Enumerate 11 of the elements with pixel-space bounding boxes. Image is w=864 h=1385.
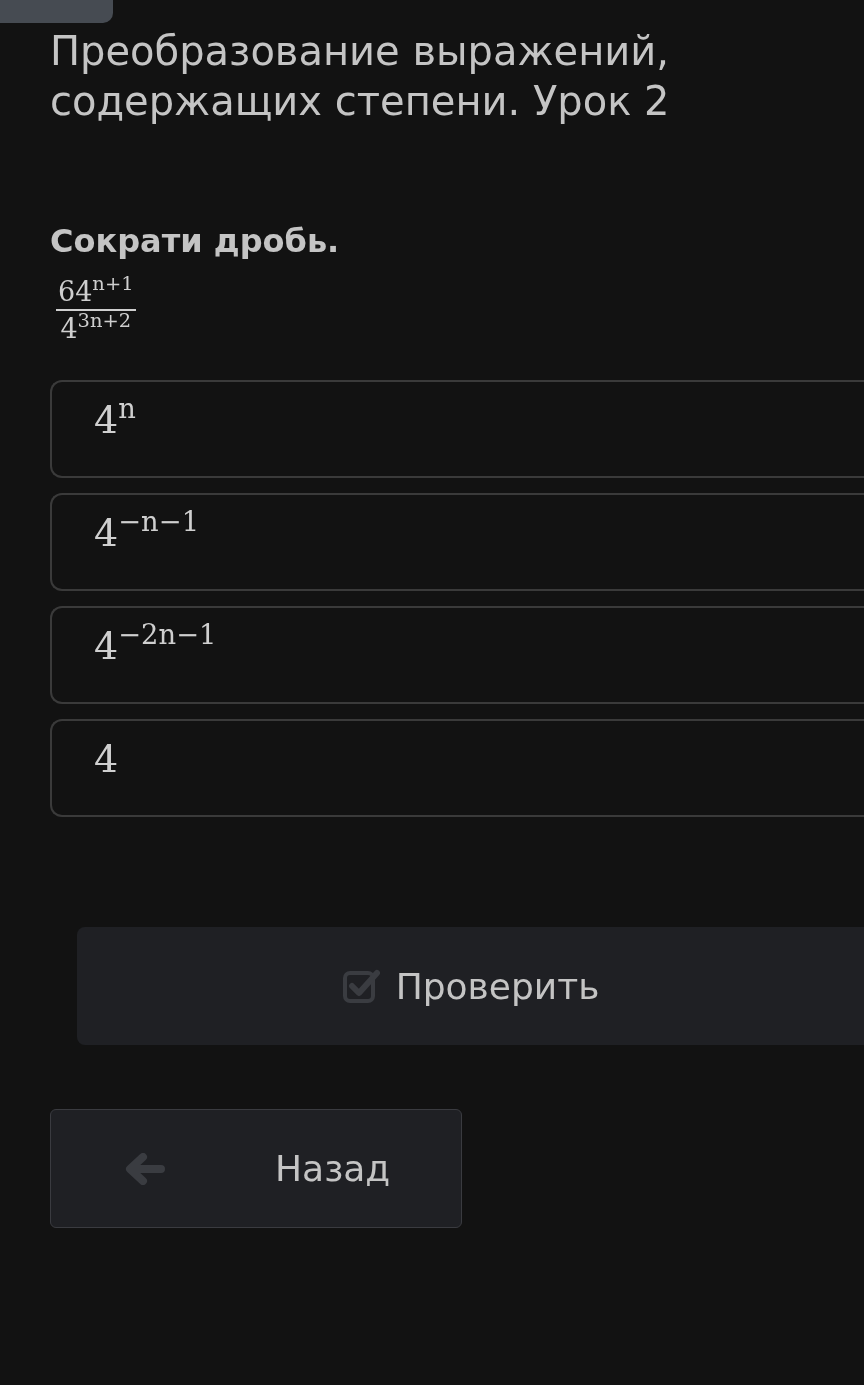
- checkbox-icon: [341, 967, 380, 1005]
- question-text: Сократи дробь.: [50, 222, 340, 260]
- answer-option[interactable]: 4$^{−2n−1}$: [50, 606, 864, 704]
- top-tab[interactable]: [0, 0, 113, 23]
- answer-option[interactable]: 4: [50, 719, 864, 817]
- lesson-title: Преобразование выражений, содержащих степени. Урок 2: [50, 27, 671, 126]
- fraction-expression: 64$^{n+1}$ 4$^{3n+2}$: [56, 276, 136, 344]
- answer-option[interactable]: 4$^{−n−1}$: [50, 493, 864, 591]
- back-button[interactable]: Назад: [50, 1109, 462, 1228]
- answer-option[interactable]: 4$^{n}$: [50, 380, 864, 478]
- arrow-left-icon: [125, 1152, 165, 1185]
